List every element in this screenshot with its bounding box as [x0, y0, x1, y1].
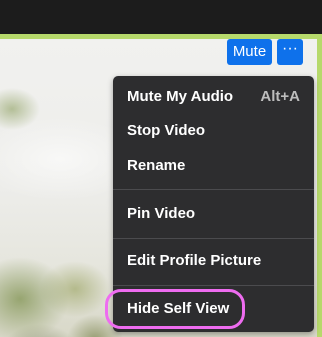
menu-item-label: Pin Video [127, 205, 196, 222]
menu-item-rename[interactable]: Rename [113, 151, 314, 181]
menu-item-label: Mute My Audio [127, 88, 234, 105]
menu-divider [113, 238, 314, 239]
menu-item-mute-my-audio[interactable]: Mute My Audio Alt+A [113, 82, 314, 112]
top-bar [0, 0, 322, 34]
menu-item-stop-video[interactable]: Stop Video [113, 116, 314, 146]
menu-item-edit-profile-picture[interactable]: Edit Profile Picture [113, 246, 314, 276]
menu-item-pin-video[interactable]: Pin Video [113, 199, 314, 229]
more-horizontal-icon: ··· [282, 40, 298, 57]
menu-item-shortcut: Alt+A [260, 88, 300, 105]
menu-divider [113, 285, 314, 286]
annotation-highlight [105, 289, 245, 329]
menu-divider [113, 189, 314, 190]
more-options-button[interactable]: ··· [277, 39, 303, 65]
menu-item-label: Stop Video [127, 122, 206, 139]
menu-item-label: Edit Profile Picture [127, 252, 262, 269]
mute-button[interactable]: Mute [227, 39, 272, 65]
zoom-video-tile-screen: Mute ··· Mute My Audio Alt+A Stop Video … [0, 0, 322, 337]
menu-item-label: Rename [127, 157, 186, 174]
